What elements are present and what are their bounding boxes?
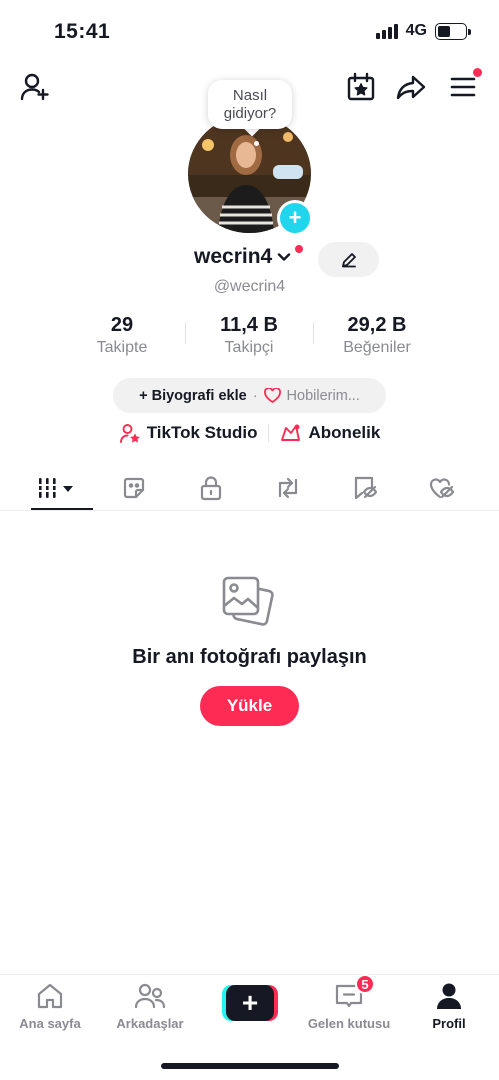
stat-followers-label: Takipçi: [224, 339, 274, 356]
calendar-star-icon[interactable]: [344, 70, 378, 104]
battery-icon: [435, 22, 471, 40]
add-friend-icon[interactable]: [18, 70, 52, 104]
tiktok-studio-link[interactable]: TikTok Studio: [119, 422, 258, 444]
nav-home-label: Ana sayfa: [19, 1016, 81, 1031]
note-bubble[interactable]: Nasıl gidiyor?: [208, 80, 292, 129]
subscription-icon: [280, 424, 300, 441]
empty-state-message: Bir anı fotoğrafı paylaşın: [132, 646, 367, 668]
subscription-link[interactable]: Abonelik: [279, 422, 381, 444]
grid-dropdown-icon: [36, 478, 73, 498]
bottom-nav-divider: [0, 974, 499, 975]
tab-private[interactable]: [186, 468, 236, 508]
username: wecrin4: [194, 245, 273, 268]
tab-stickers[interactable]: [109, 468, 159, 508]
nav-friends[interactable]: Arkadaşlar: [100, 980, 200, 1031]
stat-following-label: Takipte: [96, 339, 148, 356]
photos-icon: [220, 574, 278, 632]
nav-profile[interactable]: Profil: [399, 980, 499, 1031]
add-avatar-button[interactable]: +: [277, 200, 313, 236]
friends-icon: [134, 980, 166, 1012]
tabs-divider: [0, 510, 499, 511]
bio-separator: ·: [252, 387, 258, 404]
tab-favorites[interactable]: [340, 468, 390, 508]
note-bubble-dot: [254, 141, 259, 146]
inbox-icon: 5: [333, 974, 375, 1012]
stat-likes-value: 29,2 B: [347, 314, 407, 336]
home-icon: [34, 980, 66, 1012]
tab-reposts[interactable]: [263, 468, 313, 508]
menu-notification-dot: [473, 68, 482, 77]
stat-following[interactable]: 29 Takipte: [52, 314, 192, 357]
nav-inbox[interactable]: 5 Gelen kutusu: [299, 974, 399, 1031]
share-icon[interactable]: [394, 70, 428, 104]
status-indicators: 4G: [375, 22, 471, 40]
signal-icon: [375, 23, 398, 39]
network-type: 4G: [405, 22, 427, 39]
chevron-down-icon: [278, 253, 291, 261]
menu-icon[interactable]: [446, 68, 482, 104]
link-divider: [267, 424, 269, 442]
tab-videos[interactable]: [32, 468, 82, 508]
hobbies-button[interactable]: Hobilerim...: [287, 388, 360, 404]
stat-followers[interactable]: 11,4 B Takipçi: [179, 314, 319, 357]
bio-pill[interactable]: + Biyografi ekle · Hobilerim...: [113, 378, 386, 413]
nav-profile-label: Profil: [432, 1016, 466, 1031]
home-indicator: [161, 1063, 339, 1069]
tab-liked[interactable]: [417, 468, 467, 508]
plus-icon: +: [226, 985, 274, 1021]
profile-icon: [433, 980, 465, 1012]
user-handle: @wecrin4: [213, 278, 286, 295]
sticker-icon: [123, 477, 144, 499]
nav-inbox-label: Gelen kutusu: [307, 1016, 391, 1031]
profile-tabs: [0, 466, 499, 510]
username-switcher[interactable]: wecrin4: [194, 245, 292, 269]
create-button[interactable]: +: [222, 985, 278, 1021]
edit-profile-button[interactable]: [318, 242, 379, 277]
stat-likes-label: Beğeniler: [343, 339, 411, 356]
pencil-icon: [341, 252, 356, 267]
upload-button[interactable]: Yükle: [200, 686, 299, 726]
stat-following-value: 29: [110, 314, 134, 336]
stat-likes[interactable]: 29,2 B Beğeniler: [307, 314, 447, 357]
add-bio-button[interactable]: + Biyografi ekle: [139, 388, 247, 404]
lock-icon: [200, 476, 221, 501]
inbox-badge: 5: [355, 974, 375, 994]
nav-home[interactable]: Ana sayfa: [0, 980, 100, 1031]
hidden-heart-icon: [430, 478, 455, 499]
subscription-label: Abonelik: [308, 423, 381, 442]
username-notification-dot: [294, 244, 304, 254]
hidden-bookmark-icon: [355, 476, 378, 500]
tiktok-studio-label: TikTok Studio: [146, 423, 258, 442]
nav-friends-label: Arkadaşlar: [116, 1016, 184, 1031]
creator-links: TikTok Studio Abonelik: [0, 422, 499, 444]
stat-followers-value: 11,4 B: [220, 314, 278, 336]
repost-icon: [278, 477, 298, 499]
status-time: 15:41: [54, 20, 111, 43]
heart-icon: [263, 388, 281, 403]
studio-user-icon: [119, 424, 140, 443]
